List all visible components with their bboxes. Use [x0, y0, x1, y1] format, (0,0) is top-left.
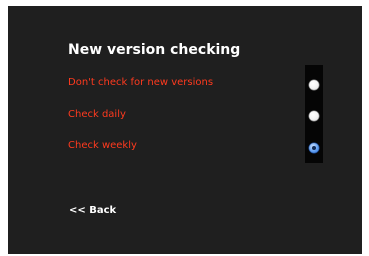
radio-check-daily[interactable] [309, 111, 319, 121]
back-button[interactable]: << Back [69, 205, 116, 216]
radio-dont-check[interactable] [309, 80, 319, 90]
radio-column [305, 65, 323, 163]
radio-check-weekly[interactable] [309, 143, 319, 153]
page-title: New version checking [68, 42, 241, 58]
option-check-weekly[interactable]: Check weekly [68, 140, 137, 151]
option-check-daily[interactable]: Check daily [68, 109, 126, 120]
option-dont-check[interactable]: Don't check for new versions [68, 77, 213, 88]
radio-selected-dot [312, 146, 316, 150]
settings-screen: New version checking Don't check for new… [8, 6, 362, 254]
